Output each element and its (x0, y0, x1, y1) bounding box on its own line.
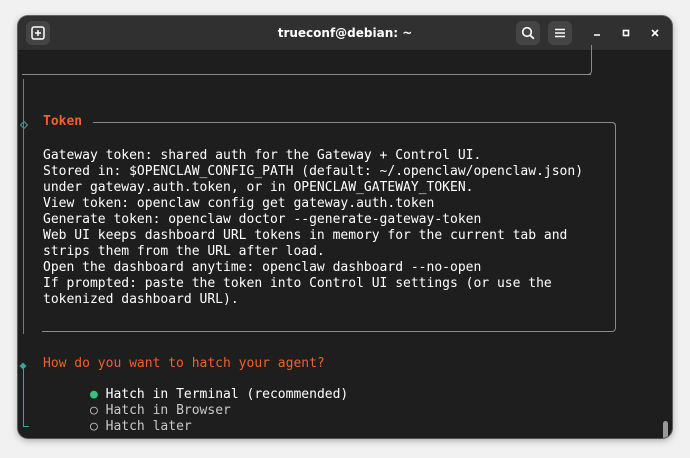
terminal-window: trueconf@debian: ~ Token Gateway token: … (18, 16, 672, 438)
previous-section-border (22, 45, 592, 75)
minimize-button[interactable] (586, 22, 608, 44)
token-line: strips them from the URL after load. (43, 244, 325, 259)
radio-unselected-icon: ○ (89, 419, 98, 434)
token-line: Generate token: openclaw doctor --genera… (43, 212, 482, 227)
terminal-content[interactable]: Token Gateway token: shared auth for the… (18, 45, 672, 438)
previous-section-bottom (22, 74, 591, 75)
option-browser[interactable]: ○ Hatch in Browser (43, 388, 231, 418)
scrollbar-thumb[interactable] (663, 421, 668, 438)
token-line: Gateway token: shared auth for the Gatew… (43, 148, 482, 163)
token-line: If prompted: paste the token into Contro… (43, 276, 552, 291)
option-later[interactable]: ○ Hatch later (43, 404, 192, 434)
option-label: Hatch later (105, 419, 192, 434)
token-line: Open the dashboard anytime: openclaw das… (43, 260, 482, 275)
menu-button[interactable] (548, 21, 572, 45)
prompt-rail (23, 369, 24, 427)
maximize-icon (622, 29, 630, 37)
token-line: under gateway.auth.token, or in OPENCLAW… (43, 180, 474, 195)
option-terminal[interactable]: ● Hatch in Terminal (recommended) (43, 372, 348, 402)
gutter-rail (23, 79, 24, 334)
token-box-right-corner (608, 122, 616, 129)
section-diamond-icon (19, 118, 29, 130)
prompt-diamond-icon (19, 359, 27, 370)
prompt-question: How do you want to hatch your agent? (43, 356, 325, 371)
token-line: View token: openclaw config get gateway.… (43, 196, 435, 211)
prompt-rail-end (23, 426, 29, 427)
hamburger-menu-icon (555, 28, 565, 38)
search-icon (521, 26, 535, 40)
close-button[interactable] (644, 22, 666, 44)
search-button[interactable] (516, 21, 540, 45)
minimize-icon (594, 34, 600, 36)
token-line: Web UI keeps dashboard URL tokens in mem… (43, 228, 568, 243)
token-line: Stored in: $OPENCLAW_CONFIG_PATH (defaul… (43, 164, 584, 179)
maximize-button[interactable] (615, 22, 637, 44)
close-icon (651, 29, 659, 37)
token-line: tokenized dashboard URL). (43, 292, 239, 307)
